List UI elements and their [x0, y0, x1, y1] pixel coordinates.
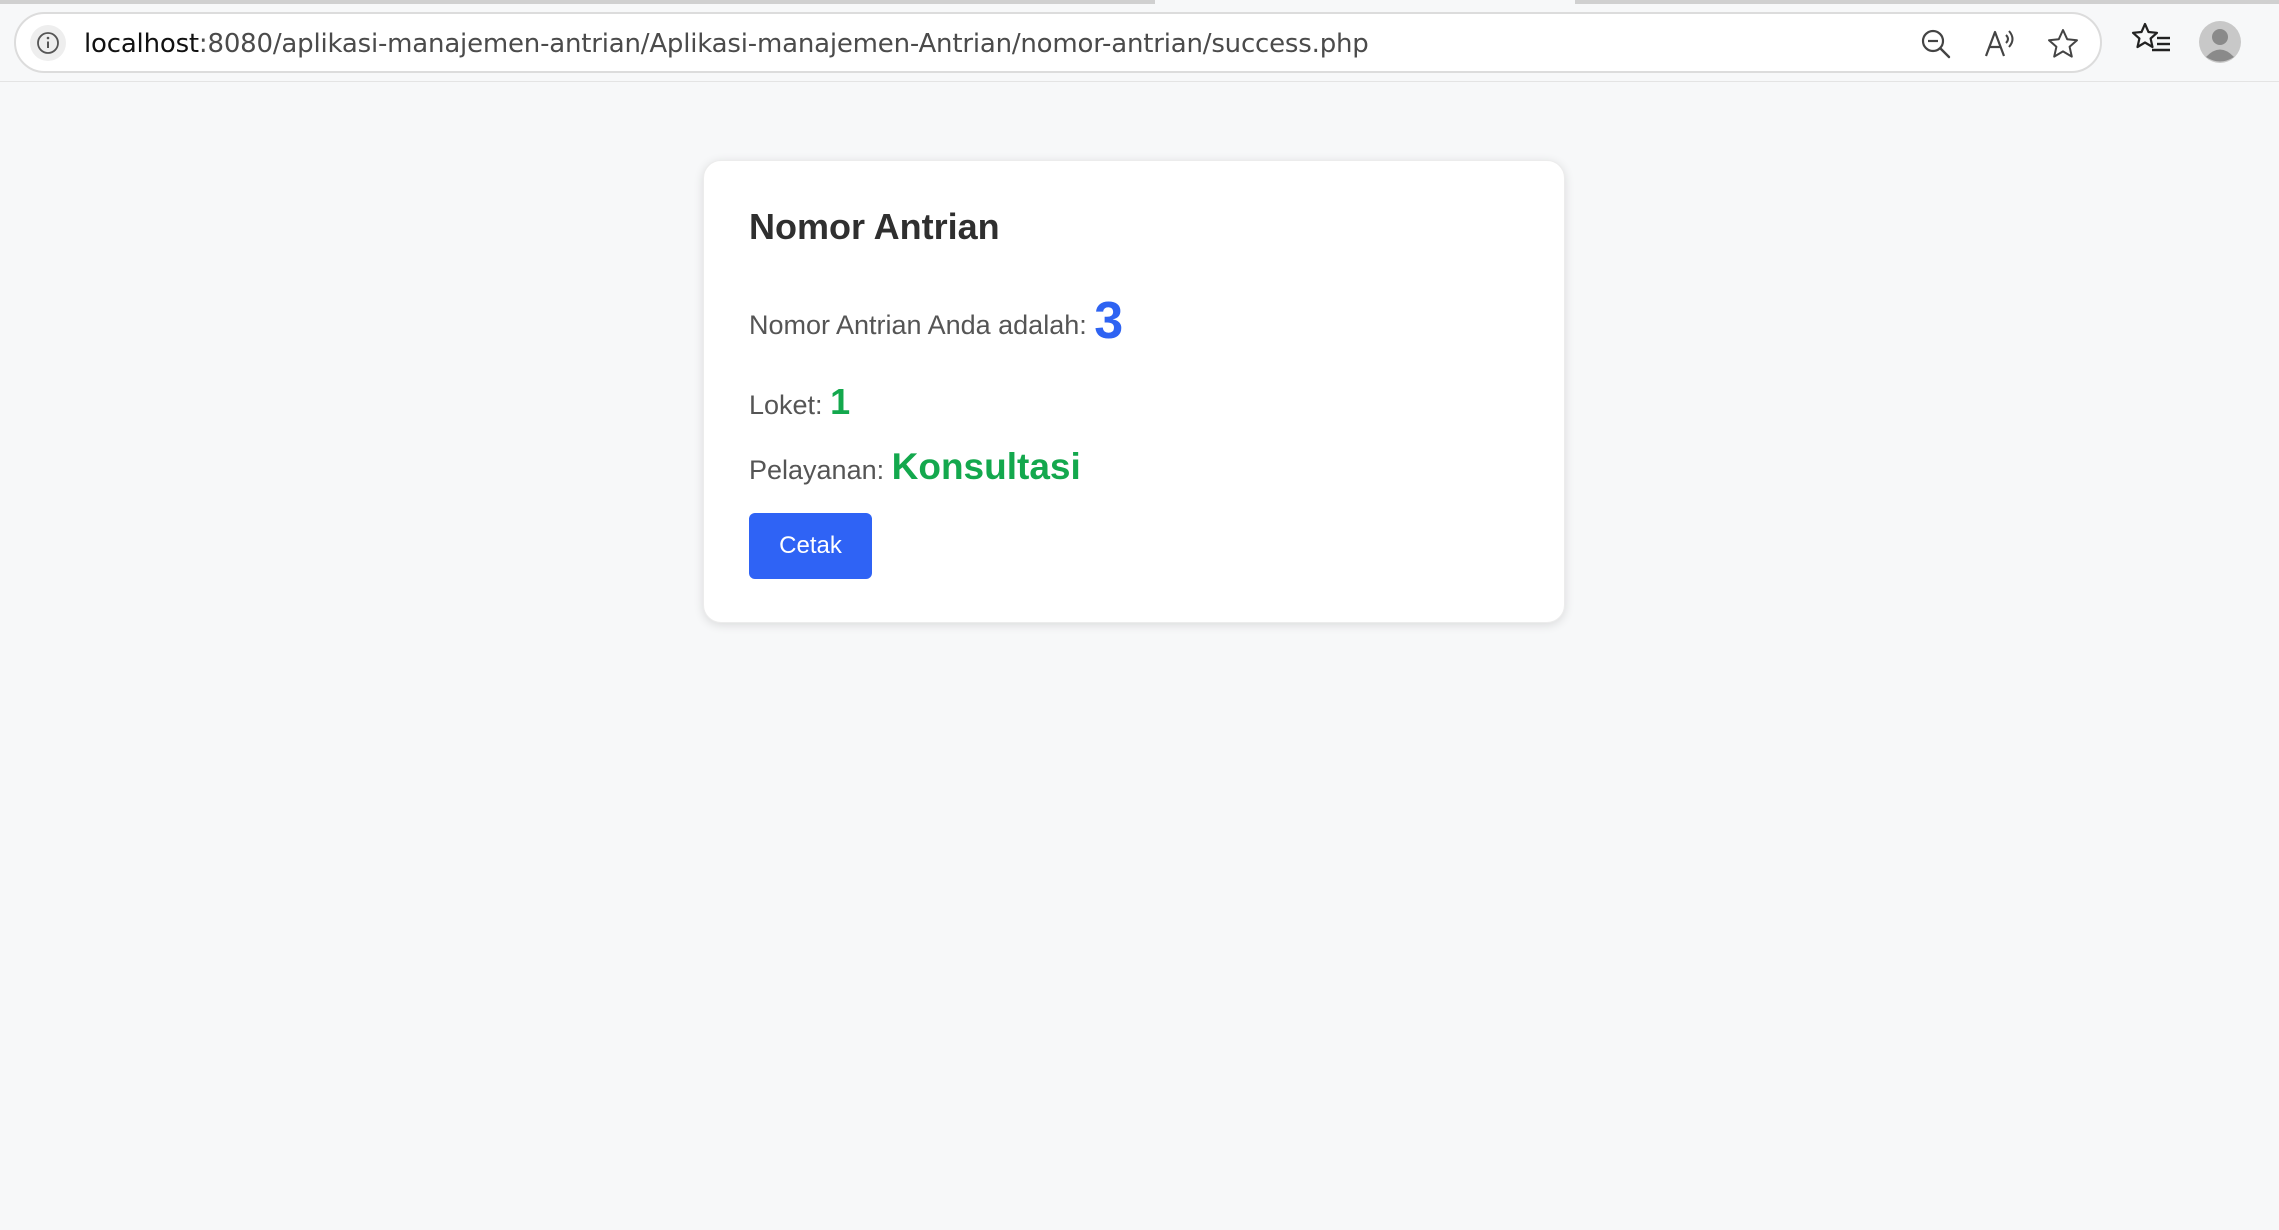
- queue-number-value: 3: [1094, 292, 1124, 350]
- queue-ticket-card: Nomor Antrian Nomor Antrian Anda adalah:…: [703, 160, 1565, 623]
- queue-number-label: Nomor Antrian Anda adalah:: [749, 310, 1087, 340]
- profile-avatar-icon[interactable]: [2198, 20, 2242, 64]
- loket-value: 1: [830, 381, 851, 422]
- service-row: Pelayanan: Konsultasi: [749, 446, 1081, 488]
- zoom-out-icon[interactable]: [1918, 26, 1954, 62]
- tab-strip-indicator: [0, 0, 1155, 4]
- print-button[interactable]: Cetak: [749, 513, 872, 579]
- url-path: :8080/aplikasi-manajemen-antrian/Aplikas…: [198, 29, 1369, 59]
- info-icon: [37, 32, 59, 54]
- service-label: Pelayanan:: [749, 455, 885, 485]
- loket-row: Loket: 1: [749, 381, 850, 423]
- loket-label: Loket:: [749, 390, 823, 420]
- card-title: Nomor Antrian: [749, 206, 1000, 247]
- address-bar[interactable]: localhost:8080/aplikasi-manajemen-antria…: [14, 12, 2102, 73]
- favorites-list-icon[interactable]: [2130, 18, 2174, 62]
- favorite-star-icon[interactable]: [2045, 26, 2081, 62]
- url-host: localhost: [84, 29, 199, 59]
- url-text[interactable]: localhost:8080/aplikasi-manajemen-antria…: [84, 28, 1369, 60]
- read-aloud-icon[interactable]: [1982, 26, 2018, 62]
- queue-number-row: Nomor Antrian Anda adalah: 3: [749, 291, 1123, 351]
- service-value: Konsultasi: [891, 446, 1081, 487]
- site-info-button[interactable]: [30, 25, 66, 61]
- tab-strip-indicator: [1575, 0, 2279, 4]
- browser-toolbar: localhost:8080/aplikasi-manajemen-antria…: [0, 0, 2279, 82]
